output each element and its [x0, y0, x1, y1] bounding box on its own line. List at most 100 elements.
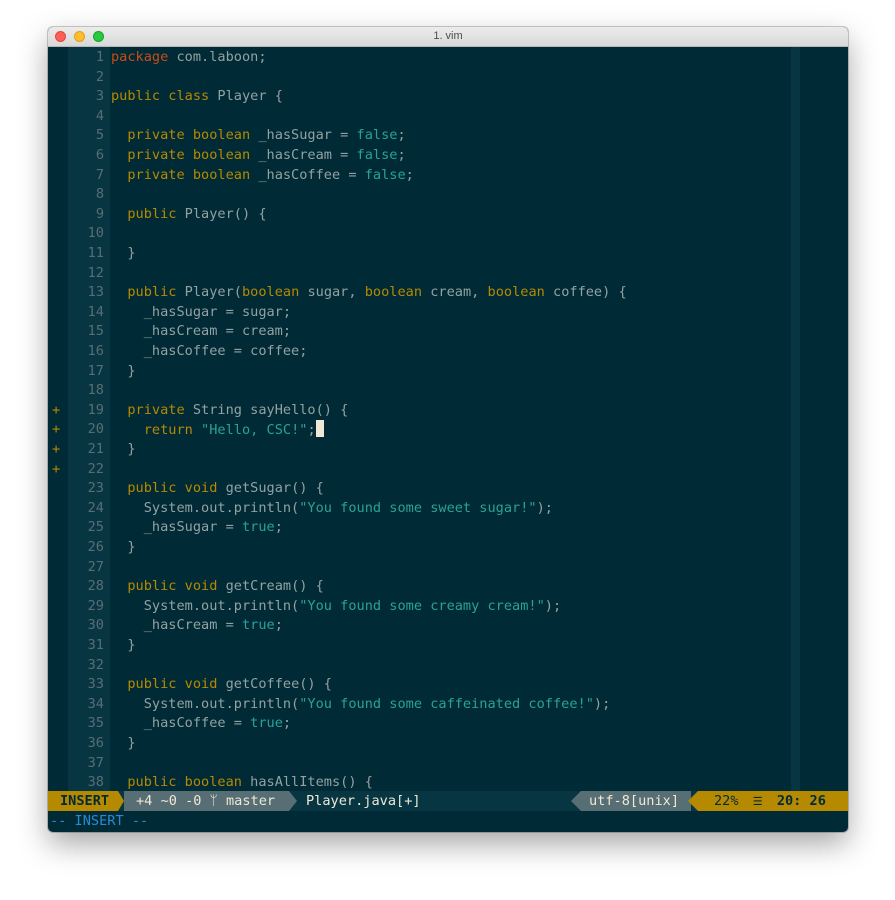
- close-button[interactable]: [55, 31, 66, 42]
- code-line[interactable]: 23 public void getSugar() {: [48, 479, 848, 499]
- code-line[interactable]: 29 System.out.println("You found some cr…: [48, 597, 848, 617]
- text-cursor: [315, 420, 324, 438]
- code-text[interactable]: private String sayHello() {: [111, 401, 348, 421]
- code-line[interactable]: 37: [48, 754, 848, 774]
- line-number: 15: [87, 323, 104, 340]
- line-number: 9: [95, 205, 104, 222]
- code-text[interactable]: _hasCream = cream;: [111, 322, 291, 342]
- code-text[interactable]: }: [111, 734, 135, 754]
- code-line[interactable]: +19 private String sayHello() {: [48, 401, 848, 421]
- code-text[interactable]: public Player() {: [111, 205, 266, 225]
- line-number: 23: [87, 480, 104, 497]
- line-number: 38: [87, 774, 104, 791]
- code-line[interactable]: 7 private boolean _hasCoffee = false;: [48, 166, 848, 186]
- code-text[interactable]: }: [111, 440, 135, 460]
- vim-editor[interactable]: 1 package com.laboon; 2 3 public class Playe…: [48, 47, 848, 791]
- title-bar[interactable]: 1. vim: [48, 27, 848, 47]
- code-line[interactable]: 27: [48, 558, 848, 578]
- code-text[interactable]: public void getCoffee() {: [111, 675, 332, 695]
- code-text[interactable]: private boolean _hasSugar = false;: [111, 126, 405, 146]
- git-status: +4 ~0 -0 ᛘ master: [124, 791, 289, 811]
- code-line[interactable]: 11 }: [48, 244, 848, 264]
- code-line[interactable]: 32: [48, 656, 848, 676]
- code-line[interactable]: 17 }: [48, 362, 848, 382]
- code-text[interactable]: public boolean hasAllItems() {: [111, 773, 373, 793]
- code-line[interactable]: 10: [48, 224, 848, 244]
- code-text[interactable]: private boolean _hasCream = false;: [111, 146, 405, 166]
- zoom-button[interactable]: [93, 31, 104, 42]
- line-number: 4: [95, 107, 104, 124]
- code-line[interactable]: 4: [48, 107, 848, 127]
- code-text[interactable]: private boolean _hasCoffee = false;: [111, 166, 413, 186]
- code-line[interactable]: 1 package com.laboon;: [48, 48, 848, 68]
- code-line[interactable]: 3 public class Player {: [48, 87, 848, 107]
- code-line[interactable]: +22: [48, 460, 848, 480]
- line-icon: ☰: [752, 795, 763, 808]
- code-line[interactable]: 25 _hasSugar = true;: [48, 518, 848, 538]
- code-line[interactable]: 18: [48, 381, 848, 401]
- git-gutter-sign: +: [52, 460, 61, 477]
- code-text[interactable]: System.out.println("You found some sweet…: [111, 499, 553, 519]
- code-text[interactable]: }: [111, 244, 135, 264]
- code-text[interactable]: _hasSugar = true;: [111, 518, 283, 538]
- line-number: 31: [87, 637, 104, 653]
- code-text[interactable]: }: [111, 636, 135, 656]
- code-line[interactable]: 13 public Player(boolean sugar, boolean …: [48, 283, 848, 303]
- line-number: 22: [87, 460, 104, 477]
- code-text[interactable]: System.out.println("You found some caffe…: [111, 695, 611, 715]
- status-line: INSERT +4 ~0 -0 ᛘ master Player.java[+] …: [48, 791, 848, 811]
- code-line[interactable]: +20 return "Hello, CSC!";: [48, 420, 848, 440]
- code-text[interactable]: public void getSugar() {: [111, 479, 323, 499]
- code-line[interactable]: 36 }: [48, 734, 848, 754]
- code-line[interactable]: 2: [48, 68, 848, 88]
- code-line[interactable]: 5 private boolean _hasSugar = false;: [48, 126, 848, 146]
- line-number: 21: [87, 441, 104, 457]
- code-line[interactable]: 9 public Player() {: [48, 205, 848, 225]
- line-number: 6: [95, 147, 104, 163]
- code-line[interactable]: 6 private boolean _hasCream = false;: [48, 146, 848, 166]
- line-number: 24: [87, 499, 104, 516]
- code-line[interactable]: 24 System.out.println("You found some sw…: [48, 499, 848, 519]
- code-text[interactable]: _hasCoffee = coffee;: [111, 342, 308, 362]
- code-line[interactable]: 8: [48, 185, 848, 205]
- code-line[interactable]: 34 System.out.println("You found some ca…: [48, 695, 848, 715]
- line-number: 34: [87, 695, 104, 712]
- code-text[interactable]: }: [111, 362, 135, 382]
- code-line[interactable]: 15 _hasCream = cream;: [48, 322, 848, 342]
- code-line[interactable]: 14 _hasSugar = sugar;: [48, 303, 848, 323]
- code-line[interactable]: 35 _hasCoffee = true;: [48, 714, 848, 734]
- code-line[interactable]: 31 }: [48, 636, 848, 656]
- line-number: 7: [95, 166, 104, 183]
- code-text[interactable]: public void getCream() {: [111, 577, 323, 597]
- line-number: 32: [87, 656, 104, 673]
- code-text[interactable]: _hasCream = true;: [111, 616, 283, 636]
- cursor-position-section: 22% ☰ 20: 26: [698, 791, 848, 811]
- line-number: 36: [87, 735, 104, 751]
- code-text[interactable]: package com.laboon;: [111, 48, 267, 68]
- line-number: 5: [95, 127, 104, 144]
- line-number: 2: [95, 68, 104, 85]
- code-line[interactable]: 33 public void getCoffee() {: [48, 675, 848, 695]
- line-number: 29: [87, 597, 104, 614]
- code-text[interactable]: return "Hello, CSC!";: [111, 420, 324, 441]
- code-text[interactable]: _hasSugar = sugar;: [111, 303, 291, 323]
- code-text[interactable]: System.out.println("You found some cream…: [111, 597, 561, 617]
- code-line[interactable]: 12: [48, 264, 848, 284]
- command-line[interactable]: -- INSERT --: [48, 811, 848, 832]
- line-number: 11: [87, 245, 104, 261]
- code-line[interactable]: +21 }: [48, 440, 848, 460]
- code-line[interactable]: 16 _hasCoffee = coffee;: [48, 342, 848, 362]
- code-text[interactable]: }: [111, 538, 135, 558]
- line-number: 30: [87, 617, 104, 634]
- code-text[interactable]: _hasCoffee = true;: [111, 714, 291, 734]
- code-line[interactable]: 30 _hasCream = true;: [48, 616, 848, 636]
- code-line[interactable]: 28 public void getCream() {: [48, 577, 848, 597]
- line-number: 35: [87, 715, 104, 732]
- code-line[interactable]: 26 }: [48, 538, 848, 558]
- minimize-button[interactable]: [74, 31, 85, 42]
- powerline-separator: [688, 791, 698, 811]
- percent-through-file: 22%: [714, 793, 739, 809]
- code-text[interactable]: public class Player {: [111, 87, 283, 107]
- code-text[interactable]: public Player(boolean sugar, boolean cre…: [111, 283, 626, 303]
- code-line[interactable]: 38 public boolean hasAllItems() {: [48, 773, 848, 793]
